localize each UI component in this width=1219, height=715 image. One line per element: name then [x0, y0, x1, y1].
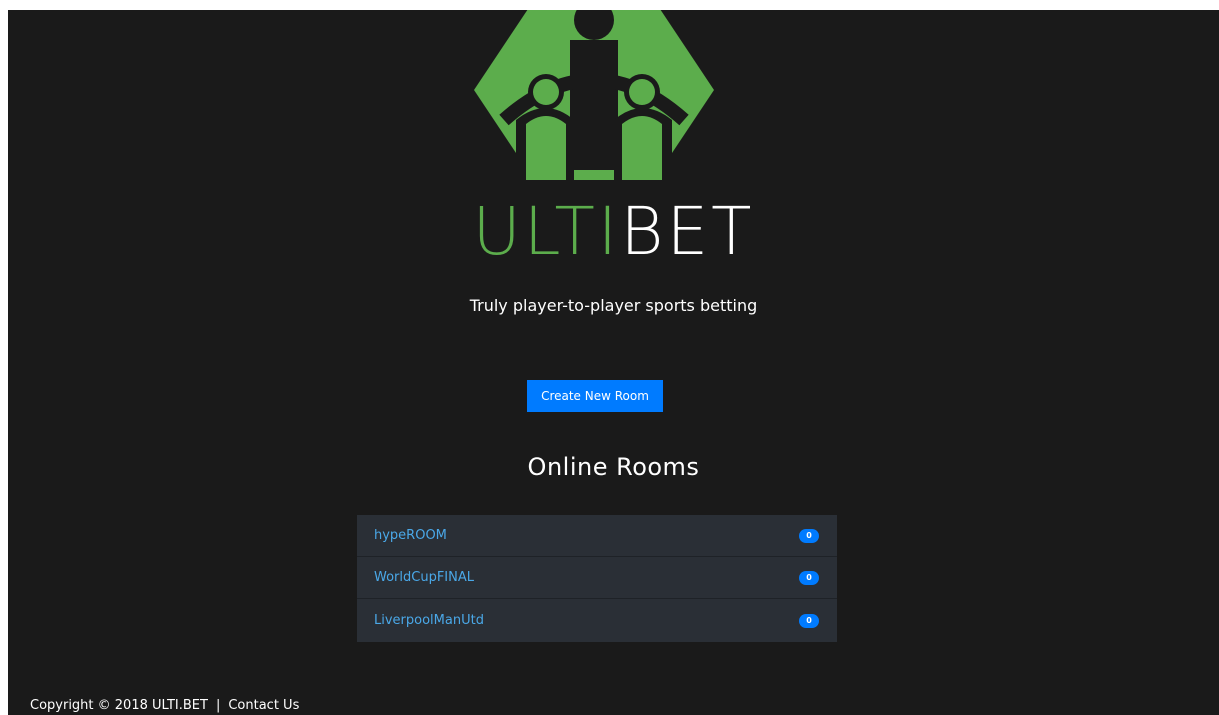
- brand-part-ulti: ULTI: [472, 193, 621, 270]
- room-name[interactable]: WorldCupFINAL: [374, 570, 474, 585]
- tagline: Truly player-to-player sports betting: [469, 296, 758, 315]
- copyright-text: Copyright © 2018 ULTI.BET: [30, 698, 208, 713]
- create-new-room-button[interactable]: Create New Room: [527, 380, 663, 412]
- online-rooms-heading: Online Rooms: [527, 453, 700, 481]
- brand-wordmark: ULTIBET: [8, 192, 1219, 272]
- contact-us-link[interactable]: Contact Us: [228, 698, 299, 713]
- room-count-badge: 0: [799, 570, 819, 585]
- brand-part-bet: BET: [620, 193, 755, 270]
- room-item-worldcupfinal[interactable]: WorldCupFINAL 0: [357, 557, 837, 599]
- rooms-list: hypeROOM 0 WorldCupFINAL 0 LiverpoolManU…: [357, 515, 837, 642]
- room-name[interactable]: hypeROOM: [374, 528, 447, 543]
- footer: Copyright © 2018 ULTI.BET | Contact Us: [30, 698, 299, 713]
- room-item-hyperoom[interactable]: hypeROOM 0: [357, 515, 837, 557]
- page: ULTIBET Truly player-to-player sports be…: [8, 10, 1219, 715]
- room-count-badge: 0: [799, 528, 819, 543]
- room-item-liverpoolmanutd[interactable]: LiverpoolManUtd 0: [357, 599, 837, 642]
- room-name[interactable]: LiverpoolManUtd: [374, 613, 484, 628]
- footer-separator: |: [215, 698, 221, 713]
- room-count-badge: 0: [799, 613, 819, 628]
- players-table-logo-icon: [474, 10, 714, 180]
